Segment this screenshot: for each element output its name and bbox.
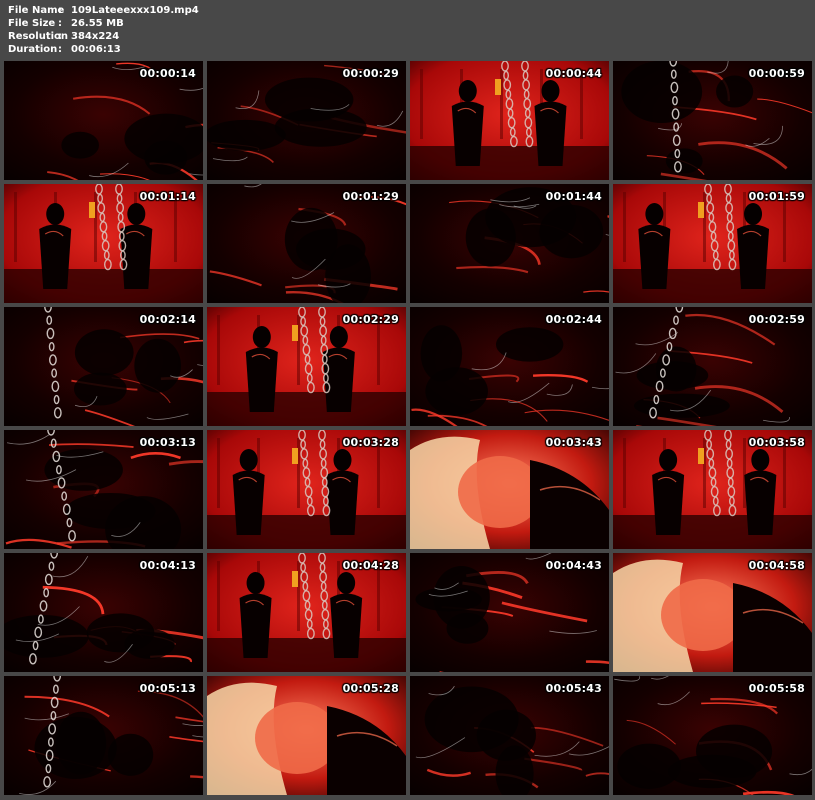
info-separator: : (58, 18, 62, 29)
thumbnail-timestamp: 00:03:43 (545, 436, 602, 449)
thumbnail-timestamp: 00:01:44 (545, 190, 602, 203)
info-key: Resolution (8, 31, 69, 42)
video-thumbnail: 00:03:28 (207, 430, 406, 549)
video-thumbnail: 00:05:43 (410, 676, 609, 795)
thumbnail-timestamp: 00:03:58 (748, 436, 805, 449)
info-value: 00:06:13 (71, 44, 121, 55)
video-thumbnail: 00:00:29 (207, 61, 406, 180)
info-row: File Size:26.55 MB (8, 17, 199, 30)
thumbnail-timestamp: 00:02:44 (545, 313, 602, 326)
video-thumbnail: 00:02:44 (410, 307, 609, 426)
thumbnail-timestamp: 00:01:14 (139, 190, 196, 203)
thumbnail-timestamp: 00:05:13 (139, 682, 196, 695)
video-thumbnail: 00:05:13 (4, 676, 203, 795)
info-key: File Size (8, 18, 56, 29)
thumbnail-timestamp: 00:05:43 (545, 682, 602, 695)
video-thumbnail: 00:03:13 (4, 430, 203, 549)
video-thumbnail: 00:04:13 (4, 553, 203, 672)
video-thumbnail: 00:00:14 (4, 61, 203, 180)
thumbnail-timestamp: 00:00:14 (139, 67, 196, 80)
info-separator: : (58, 5, 62, 16)
video-thumbnail: 00:05:28 (207, 676, 406, 795)
video-thumbnail: 00:01:14 (4, 184, 203, 303)
video-thumbnail: 00:04:43 (410, 553, 609, 672)
file-info-header: File Name:109Lateeexxx109.mp4 File Size:2… (8, 4, 199, 56)
thumbnail-timestamp: 00:05:58 (748, 682, 805, 695)
thumbnail-timestamp: 00:01:29 (342, 190, 399, 203)
video-thumbnail: 00:03:58 (613, 430, 812, 549)
info-row: Resolution:384x224 (8, 30, 199, 43)
info-value: 26.55 MB (71, 18, 124, 29)
thumbnail-timestamp: 00:01:59 (748, 190, 805, 203)
info-separator: : (58, 31, 62, 42)
thumbnail-timestamp: 00:04:28 (342, 559, 399, 572)
thumbnail-timestamp: 00:03:13 (139, 436, 196, 449)
thumbnail-timestamp: 00:04:43 (545, 559, 602, 572)
thumbnail-timestamp: 00:02:59 (748, 313, 805, 326)
video-thumbnail: 00:00:44 (410, 61, 609, 180)
video-thumbnail: 00:02:14 (4, 307, 203, 426)
info-separator: : (58, 44, 62, 55)
thumbnail-timestamp: 00:04:13 (139, 559, 196, 572)
video-thumbnail: 00:05:58 (613, 676, 812, 795)
video-thumbnail: 00:00:59 (613, 61, 812, 180)
thumbnail-timestamp: 00:02:14 (139, 313, 196, 326)
thumbnail-timestamp: 00:00:44 (545, 67, 602, 80)
thumbnail-timestamp: 00:05:28 (342, 682, 399, 695)
thumbnail-timestamp: 00:02:29 (342, 313, 399, 326)
thumbnail-timestamp: 00:00:59 (748, 67, 805, 80)
thumbnail-timestamp: 00:03:28 (342, 436, 399, 449)
video-thumbnail: 00:01:44 (410, 184, 609, 303)
thumbnail-timestamp: 00:00:29 (342, 67, 399, 80)
video-thumbnail: 00:04:58 (613, 553, 812, 672)
info-value: 384x224 (71, 31, 120, 42)
video-thumbnail: 00:04:28 (207, 553, 406, 672)
video-thumbnail: 00:02:29 (207, 307, 406, 426)
thumbnail-timestamp: 00:04:58 (748, 559, 805, 572)
video-thumbnail: 00:03:43 (410, 430, 609, 549)
info-row: Duration:00:06:13 (8, 43, 199, 56)
video-thumbnail: 00:02:59 (613, 307, 812, 426)
video-thumbnail: 00:01:59 (613, 184, 812, 303)
thumbnail-grid: 00:00:14 00:00:29 00:00:44 00:00:59 00:01:14… (4, 61, 812, 795)
info-key: File Name (8, 5, 65, 16)
info-value: 109Lateeexxx109.mp4 (71, 5, 199, 16)
info-row: File Name:109Lateeexxx109.mp4 (8, 4, 199, 17)
info-key: Duration (8, 44, 58, 55)
video-thumbnail: 00:01:29 (207, 184, 406, 303)
